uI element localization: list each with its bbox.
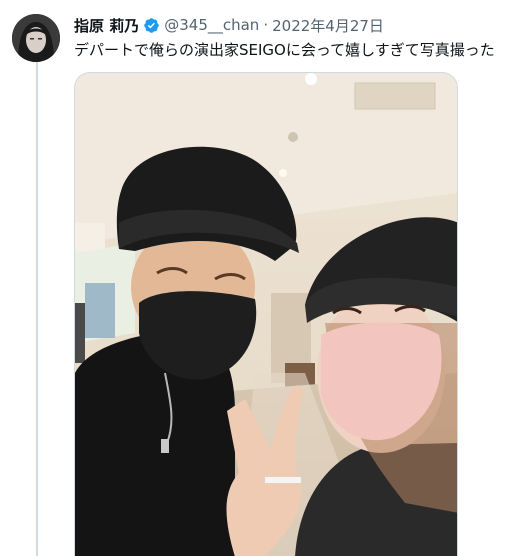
tweet-text: デパートで俺らの演出家SEIGOに会って嬉しすぎて写真撮った — [74, 41, 495, 59]
tweet-date[interactable]: 2022年4月27日 — [272, 15, 384, 36]
tweet-photo[interactable] — [74, 72, 458, 556]
avatar-image — [12, 14, 60, 62]
verified-badge-icon — [143, 17, 160, 34]
user-handle[interactable]: @345__chan — [164, 16, 259, 34]
display-name[interactable]: 指原 莉乃 — [74, 15, 139, 36]
tweet[interactable]: 指原 莉乃 @345__chan · 2022年4月27日 デパートで俺らの演出… — [0, 0, 526, 556]
photo-image — [75, 73, 457, 556]
tweet-header: 指原 莉乃 @345__chan · 2022年4月27日 — [74, 14, 384, 36]
separator-dot: · — [263, 16, 269, 34]
thread-line — [36, 62, 38, 556]
avatar[interactable] — [12, 14, 60, 62]
